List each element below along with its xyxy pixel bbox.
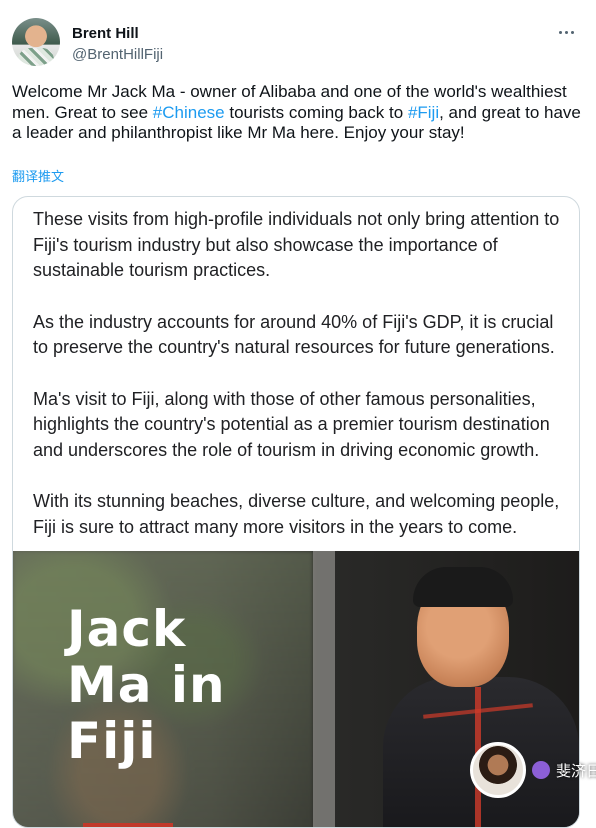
paragraph-line: Fiji's tourism industry but also showcas… (33, 234, 498, 255)
paragraph-line: These visits from high-profile individua… (33, 209, 560, 229)
more-options-icon[interactable] (552, 22, 580, 42)
paragraph-line: to preserve the country's natural resour… (33, 337, 555, 357)
tweet-header: Brent Hill @BrentHillFiji (12, 18, 584, 70)
translate-tweet-link[interactable]: 翻译推文 (12, 166, 64, 185)
tweet-media-card[interactable]: These visits from high-profile individua… (12, 196, 580, 828)
headline-line: Fiji (67, 712, 157, 770)
paragraph-line: With its stunning beaches, diverse cultu… (33, 491, 560, 511)
paragraph-line: Fiji is sure to attract many more visito… (33, 516, 518, 537)
photo-headline: Jack Ma in Fiji (67, 601, 307, 769)
paragraph-line: sustainable tourism practices. (33, 260, 271, 280)
hashtag-fiji-link[interactable]: #Fiji (408, 103, 439, 122)
tweet-text: Welcome Mr Jack Ma - owner of Alibaba an… (12, 82, 584, 144)
source-watermark: 斐济日报 (470, 742, 596, 798)
article-paragraph-1: These visits from high-profile individua… (33, 207, 579, 284)
photo-red-bar (83, 823, 173, 827)
article-paragraph-2: As the industry accounts for around 40% … (33, 310, 579, 361)
avatar-shirt (18, 48, 54, 66)
wechat-channel-icon (532, 761, 550, 779)
author-avatar[interactable] (12, 18, 60, 66)
article-paragraph-3: Ma's visit to Fiji, along with those of … (33, 387, 579, 464)
person-hair (413, 567, 513, 607)
tweet-text-part-2: tourists coming back to (224, 102, 408, 122)
paragraph-line: highlights the country's potential as a … (33, 414, 550, 434)
author-display-name[interactable]: Brent Hill (72, 24, 163, 43)
paragraph-line: Ma's visit to Fiji, along with those of … (33, 388, 536, 409)
watermark-label: 斐济日报 (556, 762, 596, 780)
article-paragraph-4: With its stunning beaches, diverse cultu… (33, 489, 579, 540)
watermark-avatar (470, 742, 526, 798)
article-screenshot: These visits from high-profile individua… (33, 207, 579, 566)
hashtag-chinese-link[interactable]: #Chinese (153, 103, 225, 122)
paragraph-line: As the industry accounts for around 40% … (33, 311, 554, 332)
photo-pillar (313, 551, 335, 827)
author-handle[interactable]: @BrentHillFiji (72, 45, 163, 64)
headline-line: Jack (67, 600, 187, 658)
headline-line: Ma in (67, 656, 226, 714)
paragraph-line: and underscores the role of tourism in d… (33, 439, 540, 460)
author-names: Brent Hill @BrentHillFiji (72, 24, 163, 64)
